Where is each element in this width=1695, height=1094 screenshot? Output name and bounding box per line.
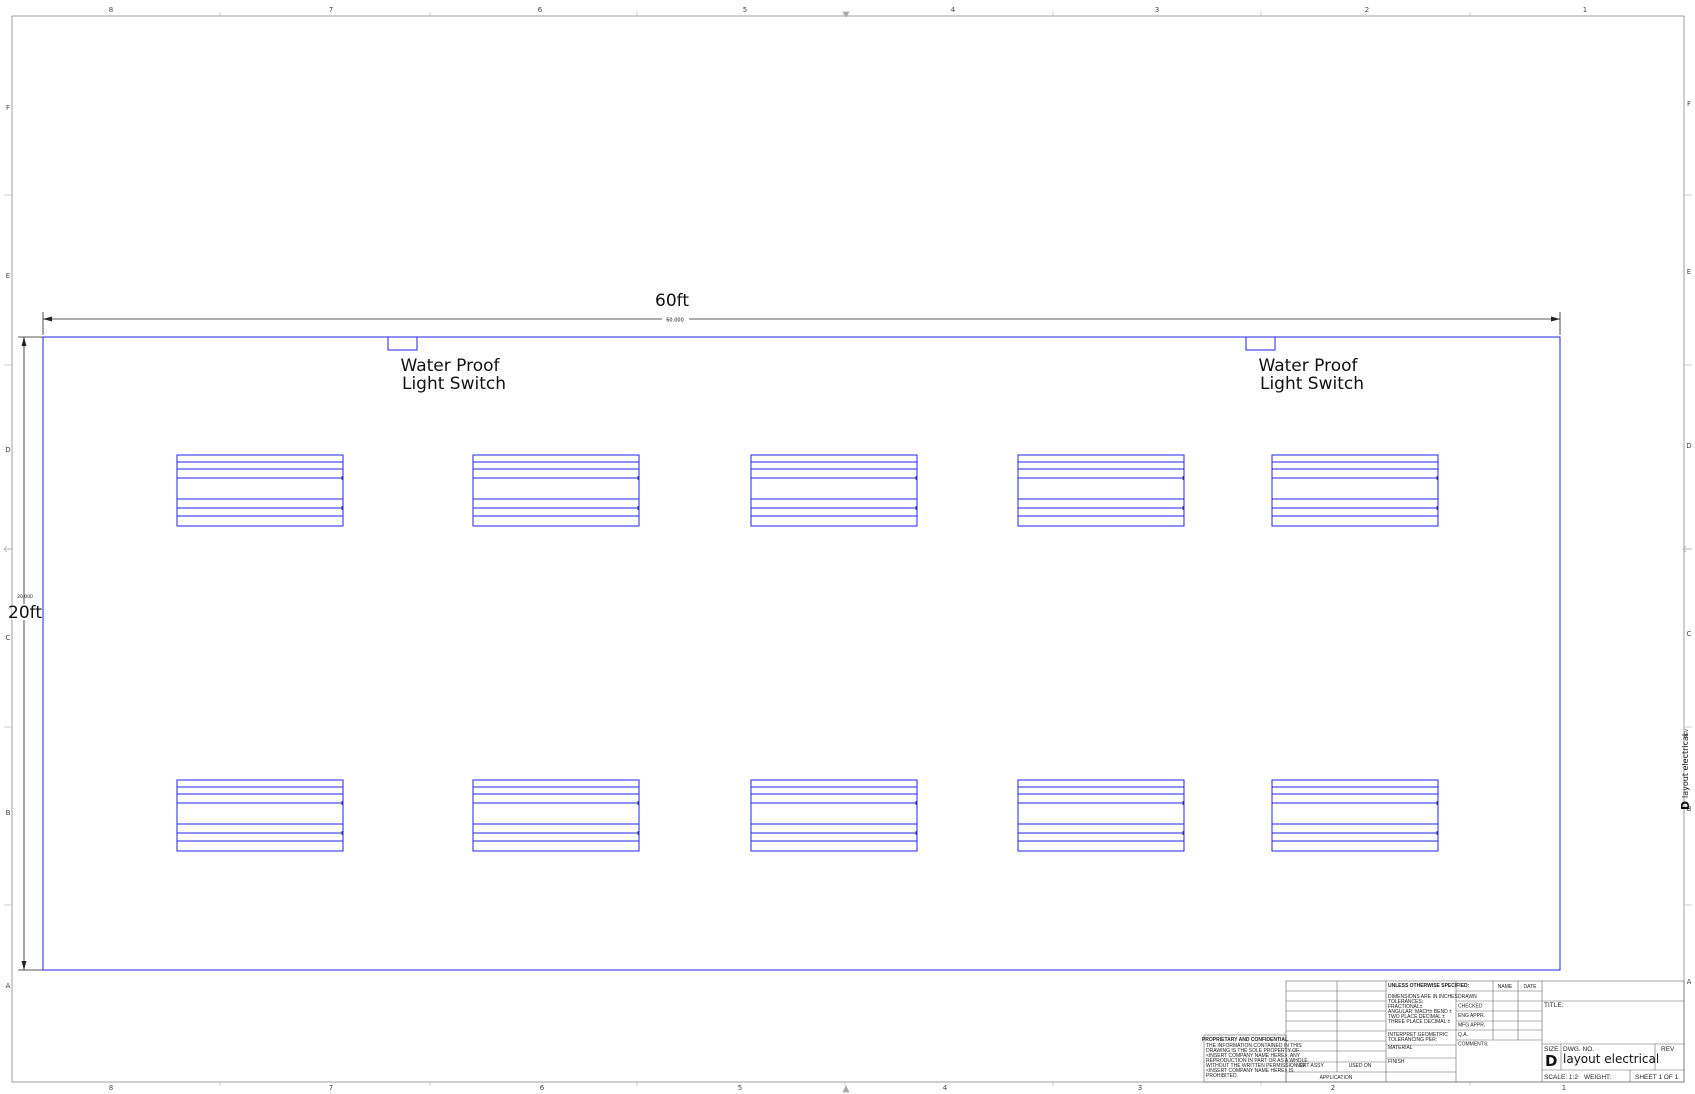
svg-text:NAME: NAME	[1498, 984, 1513, 990]
zone-label-left: D	[5, 446, 10, 454]
width-dimension-value: 60.000	[666, 318, 684, 324]
svg-text:Light Switch: Light Switch	[402, 374, 506, 394]
zone-label-right: E	[1687, 268, 1691, 276]
svg-text:Water Proof: Water Proof	[400, 356, 500, 376]
svg-text:Water Proof: Water Proof	[1258, 356, 1358, 376]
zone-label-left: F	[6, 104, 10, 112]
zone-label-left: C	[6, 634, 11, 642]
switch-label-1: Water Proof Light Switch	[400, 356, 506, 394]
height-dimension: 20.000 20ft	[8, 336, 43, 971]
zone-label-left: B	[6, 809, 11, 817]
zone-label-top: 1	[1583, 6, 1587, 14]
width-dimension: 60.000 60ft	[42, 291, 1561, 335]
svg-text:REV: REV	[1684, 728, 1690, 738]
sheet-border	[11, 15, 1685, 1083]
light-fixture[interactable]	[1271, 779, 1439, 852]
zone-label-bottom: 4	[943, 1084, 948, 1092]
zone-label-left: A	[6, 982, 11, 990]
zone-ticks	[4, 12, 1692, 1086]
svg-text:MFG APPR.: MFG APPR.	[1458, 1023, 1485, 1029]
zone-label-bottom: 5	[738, 1084, 742, 1092]
zone-label-top: 4	[951, 6, 956, 14]
svg-text:Light Switch: Light Switch	[1260, 374, 1364, 394]
svg-text:D: D	[1679, 801, 1692, 810]
zone-label-top: 5	[743, 6, 747, 14]
svg-text:DRAWN: DRAWN	[1458, 994, 1477, 1000]
zone-label-right: F	[1687, 100, 1691, 108]
light-fixture[interactable]	[472, 454, 640, 527]
svg-text:WEIGHT:: WEIGHT:	[1584, 1074, 1611, 1081]
zone-label-top: 6	[538, 6, 543, 14]
svg-text:layout electrical: layout electrical	[1681, 734, 1690, 798]
light-fixtures	[176, 454, 1439, 852]
light-fixture[interactable]	[1017, 779, 1185, 852]
svg-text:SHEET 1 OF 1: SHEET 1 OF 1	[1635, 1074, 1679, 1081]
zone-label-bottom: 7	[329, 1084, 333, 1092]
zone-label-bottom: 1	[1562, 1084, 1566, 1092]
zone-labels-right: FEDCBA	[1686, 100, 1691, 986]
light-fixture[interactable]	[1271, 454, 1439, 527]
zone-label-top: 2	[1365, 6, 1369, 14]
height-dimension-label: 20ft	[8, 603, 42, 623]
light-fixture[interactable]	[176, 779, 344, 852]
svg-text:THREE PLACE DECIMAL ±: THREE PLACE DECIMAL ±	[1388, 1019, 1451, 1025]
light-switch-2[interactable]	[1245, 336, 1276, 351]
svg-text:CHECKED: CHECKED	[1458, 1004, 1483, 1010]
zone-labels-bottom: 8 7 6 5 4 3 2 1	[109, 1084, 1566, 1092]
zone-label-bottom: 2	[1331, 1084, 1335, 1092]
svg-text:APPLICATION: APPLICATION	[1320, 1075, 1353, 1081]
light-fixture[interactable]	[472, 779, 640, 852]
height-dimension-value: 20.000	[17, 594, 33, 600]
svg-text:REV: REV	[1661, 1046, 1675, 1053]
light-fixture[interactable]	[1017, 454, 1185, 527]
svg-text:PROHIBITED.: PROHIBITED.	[1206, 1073, 1238, 1079]
svg-text:MATERIAL: MATERIAL	[1388, 1045, 1413, 1051]
light-fixture[interactable]	[750, 454, 918, 527]
switch-label-2: Water Proof Light Switch	[1258, 356, 1364, 394]
zone-label-top: 8	[109, 6, 113, 14]
drawing-sheet: 87654321 87654321 FEDCBA FEDCBA 60.000 6…	[3, 6, 1692, 1093]
zone-label-right: D	[1686, 442, 1691, 450]
side-reference: D layout electrical REV	[1679, 728, 1692, 810]
centering-marks	[3, 11, 1691, 1093]
zone-label-left: E	[6, 272, 10, 280]
svg-text:NEXT ASSY: NEXT ASSY	[1296, 1063, 1324, 1069]
svg-text:USED ON: USED ON	[1349, 1063, 1372, 1069]
zone-label-bottom: 6	[540, 1084, 545, 1092]
svg-text:SCALE: 1:2: SCALE: 1:2	[1544, 1074, 1578, 1081]
svg-text:TOLERANCING PER:: TOLERANCING PER:	[1388, 1037, 1437, 1043]
title-block: PROPRIETARY AND CONFIDENTIAL THE INFORMA…	[1202, 980, 1685, 1083]
light-switch-1[interactable]	[387, 336, 418, 351]
drawing-number: layout electrical	[1563, 1052, 1659, 1066]
svg-text:UNLESS OTHERWISE SPECIFIED:: UNLESS OTHERWISE SPECIFIED:	[1388, 983, 1470, 989]
zone-label-bottom: 3	[1138, 1084, 1142, 1092]
svg-text:Q.A.: Q.A.	[1458, 1032, 1468, 1038]
svg-text:DATE: DATE	[1524, 984, 1538, 990]
light-fixture[interactable]	[750, 779, 918, 852]
room-outline	[42, 336, 1561, 971]
zone-label-bottom: 8	[109, 1084, 113, 1092]
zone-label-top: 7	[329, 6, 333, 14]
svg-text:FINISH: FINISH	[1388, 1059, 1405, 1065]
svg-text:ENG APPR.: ENG APPR.	[1458, 1013, 1485, 1019]
svg-text:COMMENTS:: COMMENTS:	[1458, 1042, 1489, 1048]
zone-label-top: 3	[1155, 6, 1159, 14]
zone-label-right: C	[1687, 630, 1692, 638]
svg-text:TITLE:: TITLE:	[1544, 1002, 1564, 1009]
light-fixture[interactable]	[176, 454, 344, 527]
width-dimension-label: 60ft	[655, 291, 689, 311]
zone-label-right: A	[1687, 978, 1692, 986]
sheet-size: D	[1545, 1052, 1557, 1070]
